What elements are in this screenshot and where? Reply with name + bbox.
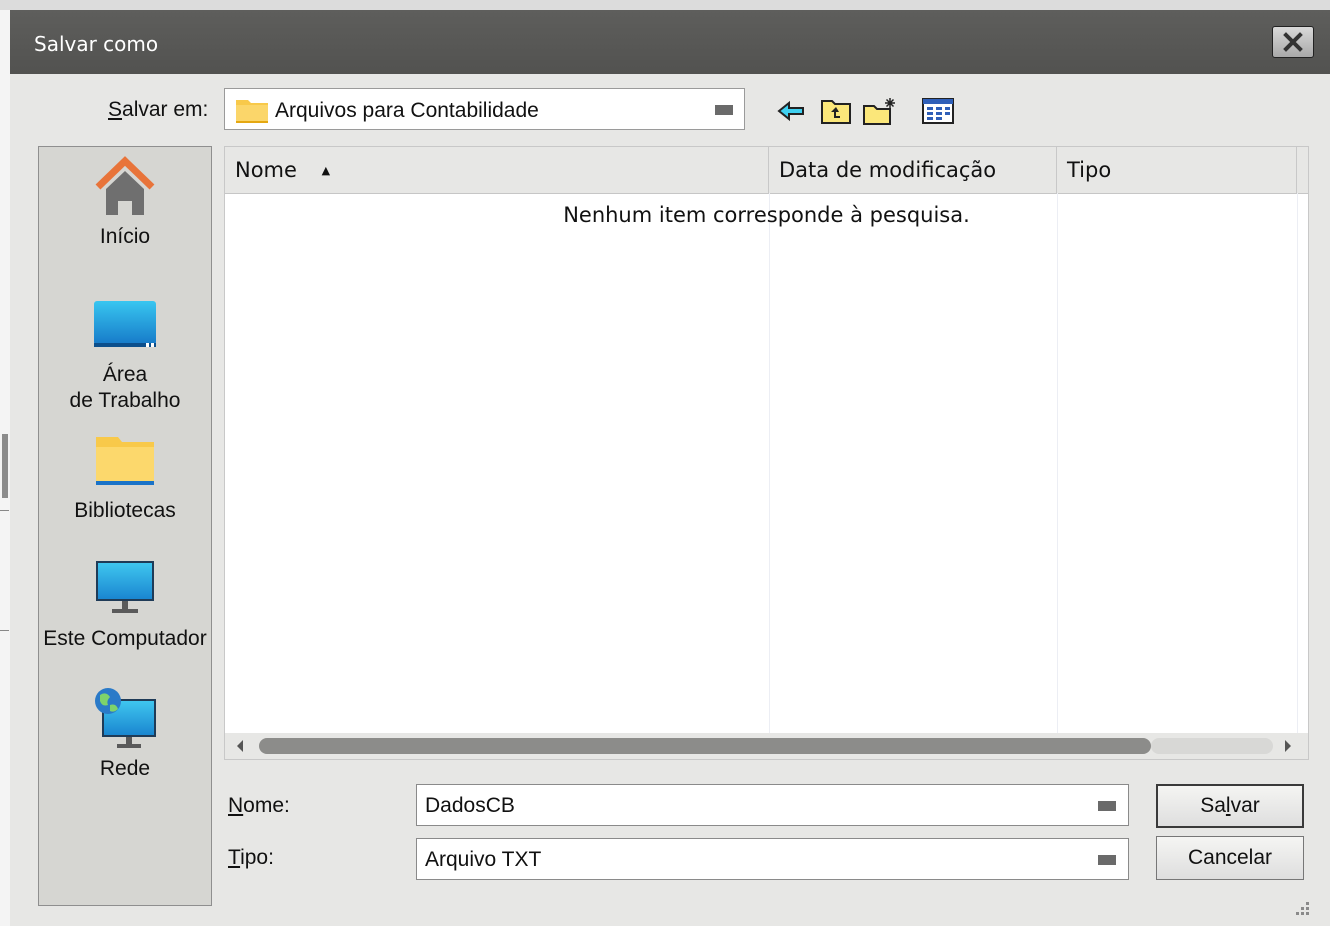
location-value: Arquivos para Contabilidade — [275, 99, 539, 122]
resize-grip-icon[interactable] — [1290, 898, 1312, 920]
place-rede[interactable]: Rede — [39, 687, 211, 782]
place-bibliotecas[interactable]: Bibliotecas — [39, 433, 211, 524]
file-type-value: Arquivo TXT — [425, 848, 542, 871]
title-bar: Salvar como — [10, 10, 1330, 74]
scrollbar-thumb[interactable] — [259, 738, 1151, 754]
scroll-left-icon[interactable] — [235, 739, 245, 753]
close-button[interactable] — [1272, 26, 1314, 58]
back-button[interactable] — [774, 94, 810, 128]
location-combobox[interactable]: Arquivos para Contabilidade — [224, 88, 745, 130]
column-divider — [769, 193, 770, 733]
column-header-name[interactable]: Nome ▲ — [225, 147, 769, 193]
save-as-dialog: Salvar como Salvar em: Arquivos para Con… — [10, 10, 1330, 926]
back-arrow-icon — [777, 100, 804, 122]
place-label: Área de Trabalho — [69, 363, 181, 412]
place-este-computador[interactable]: Este Computador — [39, 559, 211, 652]
home-icon — [95, 156, 155, 215]
dialog-title: Salvar como — [34, 32, 159, 56]
list-header: Nome ▲ Data de modificação Tipo — [225, 147, 1308, 194]
file-name-input[interactable]: DadosCB — [416, 784, 1129, 826]
scrollbar-track[interactable] — [1151, 738, 1273, 754]
file-type-label: Tipo: — [228, 846, 274, 869]
desktop-icon — [94, 301, 156, 347]
computer-icon — [96, 561, 154, 613]
new-folder-button[interactable] — [862, 94, 898, 128]
close-icon — [1283, 32, 1303, 52]
places-bar: Início Área de Trabalho Bibliotecas Este… — [38, 146, 212, 906]
dropdown-icon[interactable] — [1098, 855, 1116, 865]
dropdown-icon[interactable] — [715, 105, 733, 115]
new-folder-icon — [863, 98, 895, 125]
background-window-edge — [0, 10, 10, 926]
place-inicio[interactable]: Início — [39, 153, 211, 250]
save-button[interactable]: Salvar — [1156, 784, 1304, 828]
file-name-label: Nome: — [228, 794, 290, 817]
place-area-de-trabalho[interactable]: Área de Trabalho — [39, 299, 211, 414]
file-type-select[interactable]: Arquivo TXT — [416, 838, 1129, 880]
horizontal-scrollbar[interactable] — [225, 733, 1308, 759]
column-divider — [1057, 193, 1058, 733]
libraries-icon — [96, 437, 154, 485]
up-one-level-button[interactable] — [818, 94, 854, 128]
column-header-type[interactable]: Tipo — [1057, 147, 1297, 193]
file-list-view[interactable]: Nome ▲ Data de modificação Tipo Nenhum i… — [224, 146, 1309, 760]
save-in-label: Salvar em: — [108, 98, 209, 121]
window-top-edge — [0, 0, 1330, 10]
view-menu-button[interactable] — [920, 94, 956, 128]
place-label: Início — [99, 225, 151, 248]
dropdown-icon[interactable] — [1098, 801, 1116, 811]
column-divider — [1297, 193, 1298, 733]
place-label: Rede — [99, 757, 151, 780]
sort-ascending-icon: ▲ — [321, 164, 331, 177]
column-header-date-modified[interactable]: Data de modificação — [769, 147, 1057, 193]
network-icon — [95, 688, 156, 748]
cancel-button[interactable]: Cancelar — [1156, 836, 1304, 880]
up-folder-icon — [821, 100, 851, 124]
place-label: Bibliotecas — [74, 499, 176, 522]
folder-icon — [236, 100, 268, 123]
file-name-value: DadosCB — [425, 794, 515, 817]
scroll-right-icon[interactable] — [1283, 739, 1293, 753]
empty-list-message: Nenhum item corresponde à pesquisa. — [563, 203, 970, 227]
place-label: Este Computador — [43, 627, 207, 650]
view-menu-icon — [922, 98, 954, 124]
